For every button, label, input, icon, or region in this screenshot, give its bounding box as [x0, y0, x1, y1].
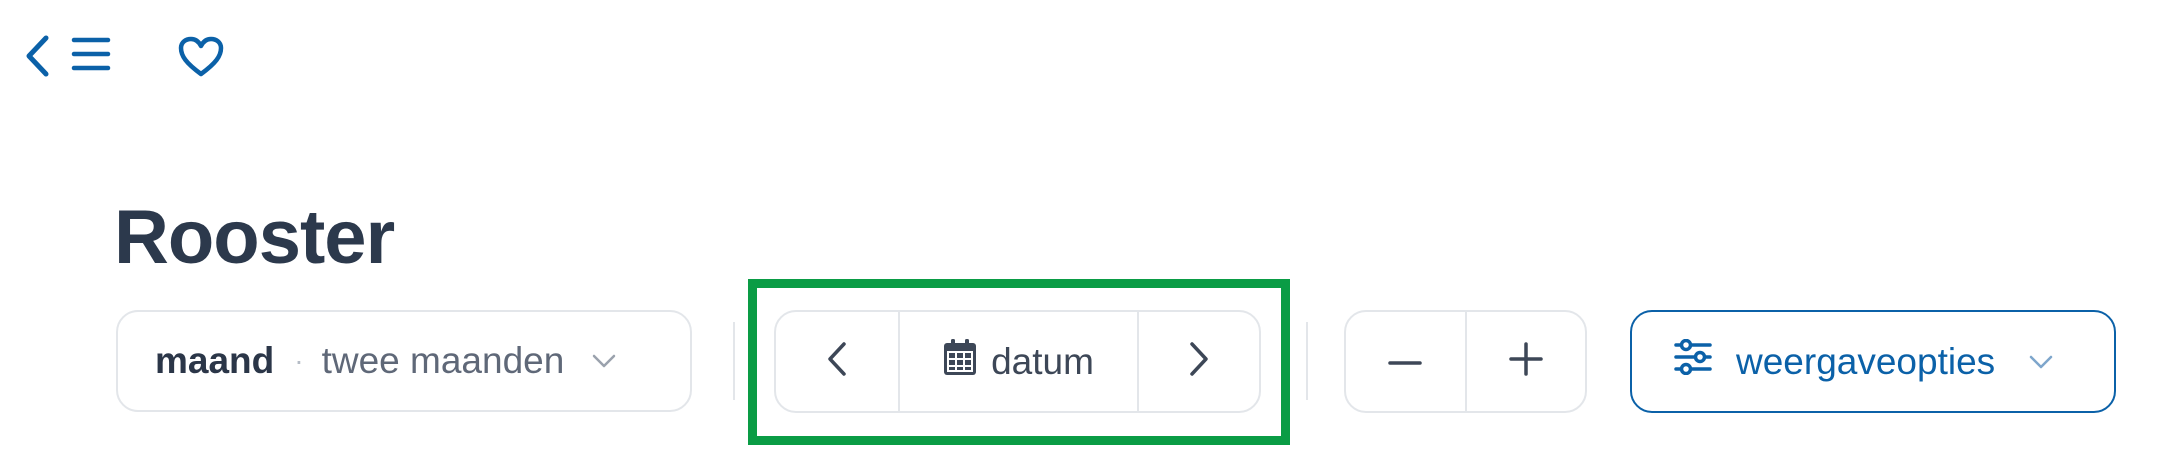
- display-options-button[interactable]: weergaveopties: [1630, 310, 2116, 413]
- display-options-label: weergaveopties: [1736, 340, 1996, 382]
- zoom-in-button[interactable]: [1467, 312, 1586, 411]
- next-period-button[interactable]: [1139, 312, 1259, 411]
- heart-icon: [178, 36, 224, 83]
- menu-button[interactable]: [70, 34, 112, 78]
- back-button[interactable]: [20, 34, 54, 82]
- zoom-controls: [1344, 310, 1587, 413]
- view-separator: ·: [294, 345, 304, 376]
- chevron-down-icon: [592, 354, 616, 368]
- minus-icon: [1388, 353, 1422, 371]
- chevron-left-icon: [827, 341, 847, 382]
- menu-icon: [71, 36, 111, 77]
- date-navigation: datum: [774, 310, 1261, 413]
- date-label: datum: [991, 340, 1094, 382]
- previous-period-button[interactable]: [776, 312, 900, 411]
- toolbar-divider: [1306, 322, 1308, 400]
- sliders-icon: [1674, 338, 1712, 384]
- view-range-select[interactable]: maand · twee maanden: [116, 310, 692, 412]
- zoom-out-button[interactable]: [1346, 312, 1467, 411]
- view-option-other: twee maanden: [321, 340, 565, 381]
- plus-icon: [1509, 342, 1543, 381]
- date-picker-button[interactable]: datum: [900, 312, 1139, 411]
- view-option-selected: maand: [155, 340, 275, 381]
- favorite-button[interactable]: [176, 36, 226, 82]
- calendar-icon: [943, 338, 977, 385]
- toolbar-divider: [733, 322, 735, 400]
- chevron-left-icon: [24, 34, 50, 83]
- chevron-down-icon: [2029, 355, 2053, 369]
- page-title: Rooster: [114, 195, 395, 280]
- chevron-right-icon: [1189, 341, 1209, 382]
